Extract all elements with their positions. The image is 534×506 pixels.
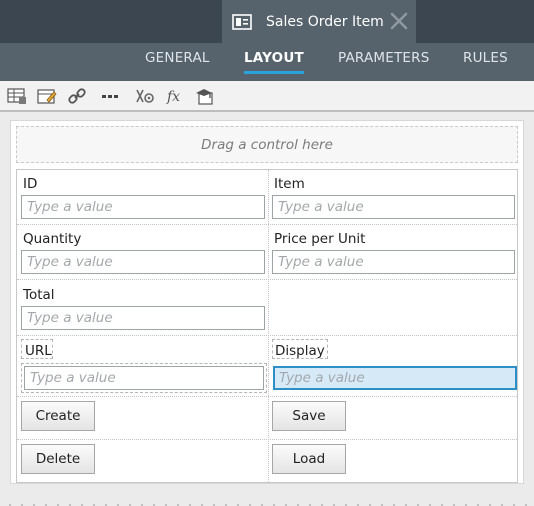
close-icon[interactable] — [388, 10, 410, 32]
document-title: Sales Order Item — [266, 13, 384, 30]
edit-table-icon[interactable] — [36, 85, 58, 107]
form-icon — [232, 13, 252, 30]
toolbar: fx — [0, 81, 534, 111]
display-label: Display — [275, 343, 325, 359]
link-icon[interactable] — [66, 85, 88, 107]
quantity-input[interactable]: Type a value — [21, 250, 265, 274]
quantity-label: Quantity — [23, 231, 82, 247]
column-divider — [268, 170, 269, 482]
publish-icon[interactable] — [194, 85, 216, 107]
tab-parameters[interactable]: PARAMETERS — [338, 43, 429, 81]
id-input[interactable]: Type a value — [21, 195, 265, 219]
row-divider — [17, 279, 517, 280]
tab-rules[interactable]: RULES — [463, 43, 508, 81]
svg-text:fx: fx — [166, 89, 180, 105]
design-surface: Drag a control here ID Type a value Item… — [10, 120, 524, 484]
tab-general[interactable]: GENERAL — [145, 43, 210, 81]
row-divider — [17, 335, 517, 336]
design-canvas: Drag a control here ID Type a value Item… — [0, 112, 534, 506]
title-bar: Sales Order Item — [0, 0, 534, 43]
table-icon[interactable] — [6, 85, 28, 107]
delete-button[interactable]: Delete — [21, 444, 95, 474]
price-per-unit-label: Price per Unit — [274, 231, 366, 247]
save-button[interactable]: Save — [272, 401, 346, 431]
total-input[interactable]: Type a value — [21, 306, 265, 330]
tab-layout[interactable]: LAYOUT — [244, 43, 304, 81]
form-designer: Sales Order Item GENERAL LAYOUT PARAMETE… — [0, 0, 534, 506]
price-per-unit-input[interactable]: Type a value — [272, 250, 515, 274]
row-divider — [17, 439, 517, 440]
id-label: ID — [23, 176, 38, 192]
row-divider — [17, 224, 517, 225]
document-tab[interactable]: Sales Order Item — [222, 0, 416, 43]
item-label: Item — [274, 176, 305, 192]
drop-zone[interactable]: Drag a control here — [16, 126, 518, 163]
load-button[interactable]: Load — [272, 444, 346, 474]
canvas-grid-dots — [0, 496, 534, 506]
item-input[interactable]: Type a value — [272, 195, 515, 219]
nav-tabs: GENERAL LAYOUT PARAMETERS RULES — [0, 43, 534, 81]
more-icon[interactable] — [100, 85, 122, 107]
url-label: URL — [25, 343, 52, 359]
total-label: Total — [23, 287, 55, 303]
settings-rules-icon[interactable] — [134, 85, 156, 107]
row-divider — [17, 396, 517, 397]
layout-grid: ID Type a value Item Type a value Quanti… — [16, 169, 518, 483]
display-input[interactable]: Type a value — [273, 366, 517, 390]
expression-fx-icon[interactable]: fx — [164, 85, 186, 107]
create-button[interactable]: Create — [21, 401, 95, 431]
url-input[interactable]: Type a value — [24, 366, 264, 390]
